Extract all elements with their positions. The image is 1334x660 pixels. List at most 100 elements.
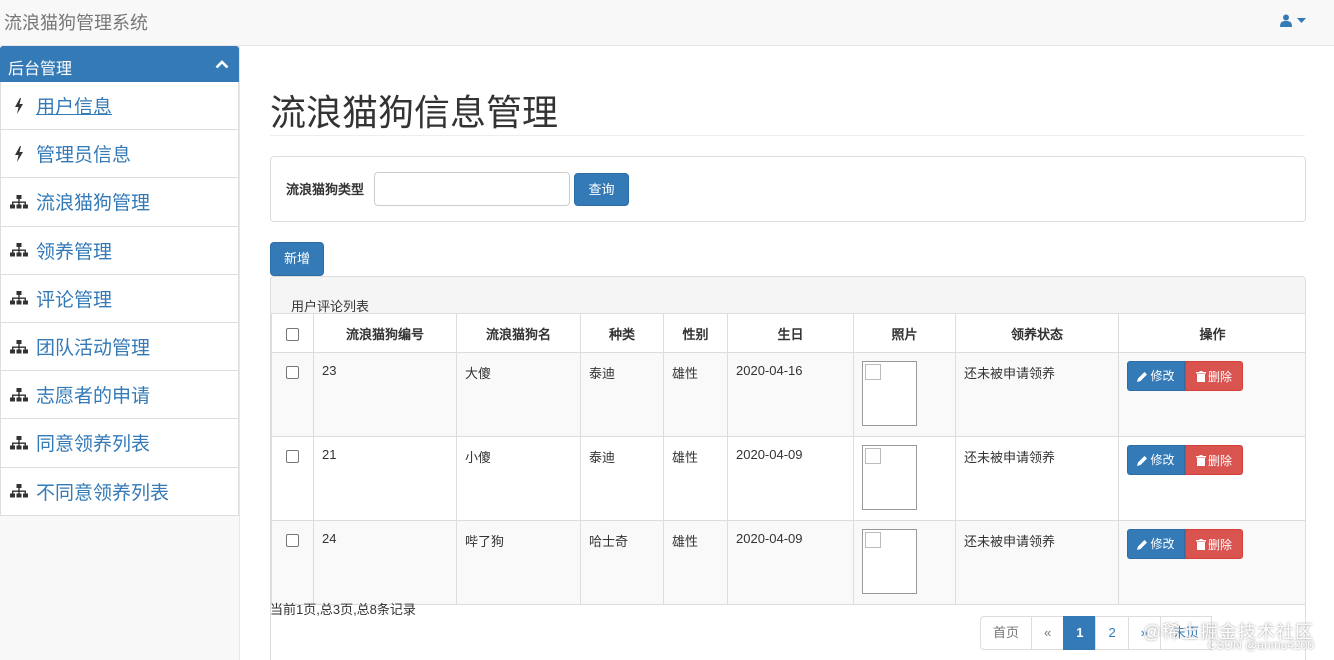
pet-photo-cell bbox=[853, 352, 956, 437]
sidebar-item-label: 不同意领养列表 bbox=[36, 482, 170, 504]
sitemap-icon bbox=[10, 338, 28, 356]
watermark-credit: CSDN @anmu4200 bbox=[1207, 638, 1314, 652]
edit-label: 修改 bbox=[1150, 537, 1175, 551]
sidebar: 后台管理 用户信息 管理员信息 流浪猫狗管理 领养管理 评论管理 团队活动管理 bbox=[0, 46, 240, 660]
pet-photo-cell bbox=[853, 436, 956, 521]
sitemap-icon bbox=[10, 193, 28, 211]
column-header[interactable]: 种类 bbox=[580, 313, 664, 353]
select-all-cell bbox=[271, 313, 314, 353]
sidebar-header[interactable]: 后台管理 bbox=[0, 46, 239, 82]
sidebar-menu: 用户信息 管理员信息 流浪猫狗管理 领养管理 评论管理 团队活动管理 志愿者的申… bbox=[0, 82, 239, 516]
page-link-current[interactable]: 1 bbox=[1063, 616, 1097, 650]
column-header[interactable]: 操作 bbox=[1118, 313, 1305, 353]
pet-table-panel: 用户评论列表 流浪猫狗编号 流浪猫狗名 种类 性别 生日 照片 领养状态 操作 … bbox=[270, 276, 1306, 660]
pet-name-cell: 大傻 bbox=[456, 352, 581, 437]
sitemap-icon bbox=[10, 434, 28, 452]
add-button[interactable]: 新增 bbox=[270, 242, 324, 276]
actions-cell: 修改 删除 bbox=[1118, 352, 1305, 437]
sidebar-header-label: 后台管理 bbox=[8, 61, 73, 78]
sidebar-item-label: 领养管理 bbox=[36, 241, 113, 263]
adoption-status-cell: 还未被申请领养 bbox=[955, 352, 1119, 437]
title-divider bbox=[270, 135, 1305, 136]
pet-id-cell: 21 bbox=[313, 436, 457, 521]
pencil-icon bbox=[1137, 539, 1148, 550]
column-header[interactable]: 照片 bbox=[853, 313, 956, 353]
row-checkbox[interactable] bbox=[286, 450, 299, 464]
pet-id-cell: 24 bbox=[313, 520, 457, 605]
select-all-checkbox[interactable] bbox=[286, 327, 299, 341]
sidebar-item-label: 管理员信息 bbox=[36, 145, 132, 167]
edit-label: 修改 bbox=[1150, 453, 1175, 467]
broken-image-icon bbox=[862, 445, 917, 510]
pet-gender-cell: 雄性 bbox=[663, 520, 728, 605]
actions-cell: 修改 删除 bbox=[1118, 436, 1305, 521]
table-header-row: 流浪猫狗编号 流浪猫狗名 种类 性别 生日 照片 领养状态 操作 bbox=[271, 313, 1305, 353]
column-header[interactable]: 流浪猫狗编号 bbox=[313, 313, 457, 353]
pet-breed-cell: 泰迪 bbox=[580, 352, 664, 437]
sidebar-item-team-activity[interactable]: 团队活动管理 bbox=[0, 322, 239, 372]
table-row: 21 小傻 泰迪 雄性 2020-04-09 还未被申请领养 修改 删除 bbox=[271, 436, 1305, 521]
sidebar-item-label: 同意领养列表 bbox=[36, 434, 151, 456]
column-header[interactable]: 性别 bbox=[663, 313, 728, 353]
search-button[interactable]: 查询 bbox=[574, 173, 629, 206]
edit-button[interactable]: 修改 bbox=[1127, 529, 1185, 559]
trash-icon bbox=[1195, 454, 1206, 466]
sitemap-icon bbox=[10, 241, 28, 259]
caret-down-icon bbox=[1297, 17, 1306, 23]
sidebar-item-adoption-management[interactable]: 领养管理 bbox=[0, 226, 239, 275]
adoption-status-cell: 还未被申请领养 bbox=[955, 520, 1119, 605]
first-page-link[interactable]: 首页 bbox=[980, 616, 1033, 650]
column-header[interactable]: 领养状态 bbox=[955, 313, 1119, 353]
sitemap-icon bbox=[10, 289, 28, 307]
sidebar-item-rejected-adoptions[interactable]: 不同意领养列表 bbox=[0, 467, 239, 516]
broken-image-icon bbox=[862, 361, 917, 426]
table-caption: 用户评论列表 bbox=[271, 277, 1305, 314]
adoption-status-cell: 还未被申请领养 bbox=[955, 436, 1119, 521]
sidebar-item-label: 志愿者的申请 bbox=[36, 386, 151, 408]
pet-birthday-cell: 2020-04-09 bbox=[727, 436, 854, 521]
chevron-up-icon bbox=[215, 60, 229, 69]
delete-button[interactable]: 删除 bbox=[1185, 445, 1243, 475]
pet-table: 流浪猫狗编号 流浪猫狗名 种类 性别 生日 照片 领养状态 操作 23 大傻 泰… bbox=[271, 313, 1305, 605]
pet-birthday-cell: 2020-04-16 bbox=[727, 352, 854, 437]
page-info: 当前1页,总3页,总8条记录 bbox=[270, 602, 416, 617]
broken-image-icon bbox=[862, 529, 917, 594]
pet-type-search-input[interactable] bbox=[374, 172, 570, 206]
delete-label: 删除 bbox=[1207, 369, 1232, 384]
sidebar-item-pet-management[interactable]: 流浪猫狗管理 bbox=[0, 178, 239, 227]
sidebar-item-user-info[interactable]: 用户信息 bbox=[0, 82, 239, 131]
app-brand[interactable]: 流浪猫狗管理系统 bbox=[4, 9, 148, 35]
user-icon bbox=[1280, 14, 1292, 27]
row-select-cell bbox=[271, 520, 314, 605]
pet-name-cell: 小傻 bbox=[456, 436, 581, 521]
sidebar-item-label: 流浪猫狗管理 bbox=[36, 193, 151, 215]
pet-gender-cell: 雄性 bbox=[663, 352, 728, 437]
sidebar-item-volunteer-applications[interactable]: 志愿者的申请 bbox=[0, 371, 239, 420]
sidebar-item-label: 评论管理 bbox=[36, 289, 113, 311]
sidebar-item-comment-management[interactable]: 评论管理 bbox=[0, 274, 239, 323]
bolt-icon bbox=[10, 97, 28, 115]
page-link[interactable]: 2 bbox=[1095, 616, 1129, 650]
row-checkbox[interactable] bbox=[286, 534, 299, 548]
edit-button[interactable]: 修改 bbox=[1127, 361, 1185, 391]
actions-cell: 修改 删除 bbox=[1118, 520, 1305, 605]
column-header[interactable]: 流浪猫狗名 bbox=[456, 313, 581, 353]
edit-button[interactable]: 修改 bbox=[1127, 445, 1185, 475]
pet-birthday-cell: 2020-04-09 bbox=[727, 520, 854, 605]
delete-button[interactable]: 删除 bbox=[1185, 529, 1243, 559]
pet-name-cell: 哔了狗 bbox=[456, 520, 581, 605]
sidebar-item-approved-adoptions[interactable]: 同意领养列表 bbox=[0, 419, 239, 468]
sidebar-item-admin-info[interactable]: 管理员信息 bbox=[0, 130, 239, 179]
row-select-cell bbox=[271, 436, 314, 521]
sitemap-icon bbox=[10, 482, 28, 500]
table-row: 23 大傻 泰迪 雄性 2020-04-16 还未被申请领养 修改 删除 bbox=[271, 352, 1305, 437]
user-menu[interactable] bbox=[1280, 14, 1306, 27]
prev-page-link[interactable]: « bbox=[1031, 616, 1065, 650]
row-select-cell bbox=[271, 352, 314, 437]
search-label: 流浪猫狗类型 bbox=[286, 182, 365, 197]
delete-label: 删除 bbox=[1207, 537, 1232, 552]
row-checkbox[interactable] bbox=[286, 366, 299, 380]
column-header[interactable]: 生日 bbox=[727, 313, 854, 353]
page-title: 流浪猫狗信息管理 bbox=[270, 92, 559, 133]
delete-button[interactable]: 删除 bbox=[1185, 361, 1243, 391]
